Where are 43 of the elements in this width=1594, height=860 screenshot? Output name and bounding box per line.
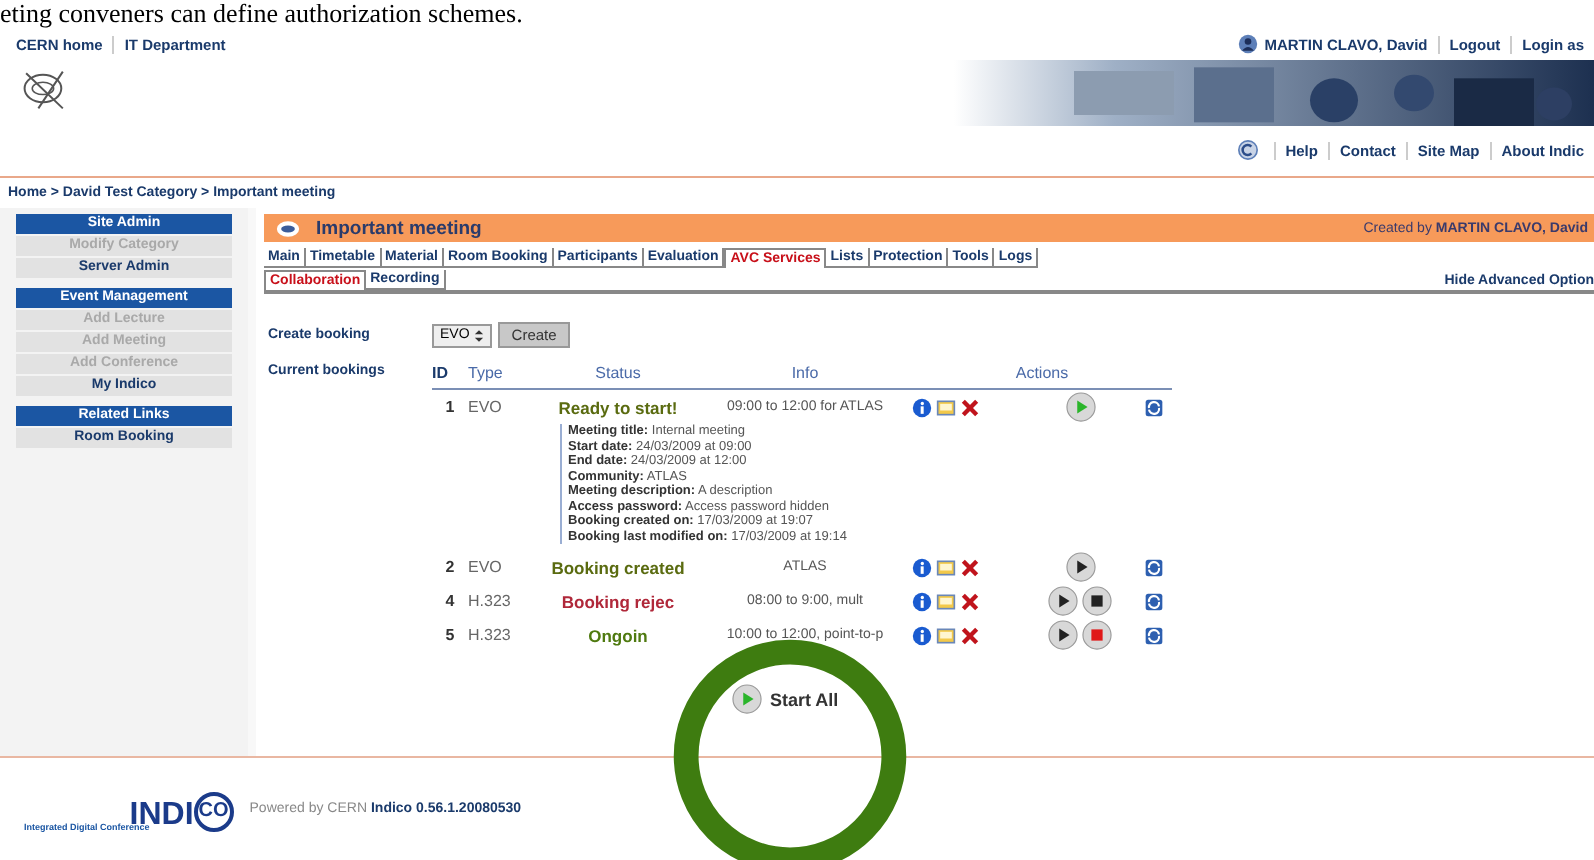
column-header: ID	[432, 364, 450, 386]
info-icon[interactable]	[912, 591, 932, 611]
event-icon	[276, 219, 300, 237]
status-text: Booking rejec	[559, 591, 677, 611]
refresh-icon[interactable]	[1144, 591, 1164, 611]
delete-icon[interactable]	[960, 557, 980, 577]
refresh-icon[interactable]	[1144, 557, 1164, 577]
logo-text: CO	[193, 791, 234, 831]
edit-icon[interactable]	[936, 397, 956, 417]
table-cell-text: 5	[443, 626, 457, 644]
start-all-button[interactable]: Start All	[732, 684, 839, 714]
spinner-arrows-icon[interactable]	[473, 327, 484, 343]
play-button[interactable]	[1048, 586, 1078, 616]
info-icon[interactable]	[912, 557, 932, 577]
status-text: Ongoin	[586, 625, 650, 645]
delete-icon[interactable]	[960, 625, 980, 645]
event-title: Important meeting	[316, 217, 484, 239]
info-icon[interactable]	[912, 625, 932, 645]
table-cell-text: 2	[443, 558, 457, 576]
status-text: Ready to start!	[556, 397, 680, 417]
document-text: eting conveners can define authorization schemes.	[0, 0, 525, 28]
delete-icon[interactable]	[960, 591, 980, 611]
column-header: Type	[468, 364, 505, 386]
refresh-icon[interactable]	[1144, 397, 1164, 417]
play-button[interactable]	[1048, 620, 1078, 650]
user-icon	[1238, 34, 1259, 54]
column-header: Status	[593, 364, 643, 386]
table-cell-text: H.323	[468, 626, 513, 644]
column-header: Actions	[1013, 364, 1071, 386]
delete-icon[interactable]	[960, 397, 980, 417]
status-text: Booking created	[549, 557, 687, 577]
table-cell-text: 1	[443, 398, 457, 416]
table-cell-text: H.323	[468, 592, 513, 610]
info-icon[interactable]	[912, 397, 932, 417]
stop-button[interactable]	[1082, 586, 1112, 616]
table-cell-text: EVO	[468, 398, 504, 416]
cern-icon[interactable]	[1237, 140, 1258, 160]
column-header: Info	[789, 364, 821, 386]
table-cell-text: EVO	[468, 558, 504, 576]
play-button[interactable]	[1065, 552, 1095, 582]
refresh-icon[interactable]	[1144, 625, 1164, 645]
play-icon	[732, 684, 762, 714]
table-cell-text: 4	[443, 592, 457, 610]
